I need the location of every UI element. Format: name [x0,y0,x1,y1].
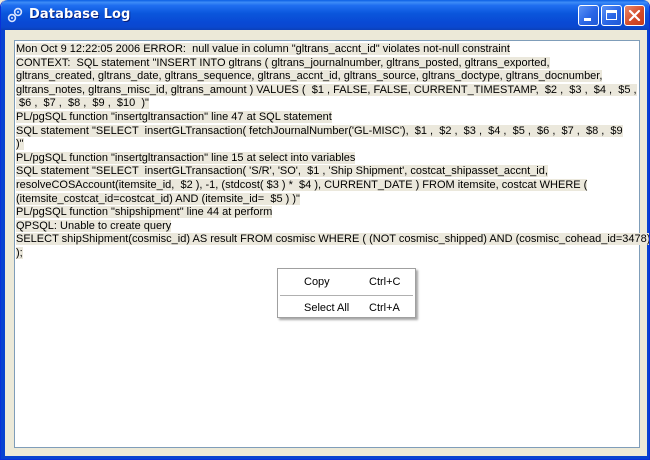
log-line: SQL statement "SELECT insertGLTransactio… [16,124,623,137]
close-icon [628,9,641,22]
log-text-area[interactable]: Mon Oct 9 12:22:05 2006 ERROR: null valu… [14,40,650,448]
gear-icon [7,7,23,23]
minimize-icon [584,18,591,21]
menu-item-copy[interactable]: Copy Ctrl+C [278,272,415,292]
maximize-button[interactable] [601,5,622,26]
window-title: Database Log [29,7,131,22]
menu-item-label: Copy [304,276,330,288]
log-line: SQL statement "SELECT insertGLTransactio… [16,165,548,178]
database-log-window: Database Log Mon Oct 9 12:22:05 2006 ERR… [0,0,650,460]
log-line: resolveCOSAccount(itemsite_id, $2 ), -1,… [16,178,588,191]
log-line: QPSQL: Unable to create query [16,219,172,232]
title-bar[interactable]: Database Log [1,0,649,30]
close-button[interactable] [624,5,645,26]
menu-separator [280,295,413,296]
maximize-icon [606,10,617,20]
log-line: ); [16,246,23,259]
client-area: Mon Oct 9 12:22:05 2006 ERROR: null valu… [5,30,650,456]
log-line: (itemsite_costcat_id=costcat_id) AND (it… [16,192,300,205]
log-line: )" [16,138,24,151]
log-line: SELECT shipShipment(cosmisc_id) AS resul… [16,233,650,246]
context-menu: Copy Ctrl+C Select All Ctrl+A [277,268,416,318]
log-line: PL/pgSQL function "shipshipment" line 44… [16,206,273,219]
log-line: $6 , $7 , $8 , $9 , $10 )" [16,97,149,110]
menu-item-select-all[interactable]: Select All Ctrl+A [278,298,415,318]
log-line: Mon Oct 9 12:22:05 2006 ERROR: null valu… [16,43,510,55]
log-line: gltrans_created, gltrans_date, gltrans_s… [16,70,603,83]
log-line: PL/pgSQL function "insertgltransaction" … [16,110,332,123]
menu-item-shortcut: Ctrl+A [369,302,400,314]
log-line: gltrans_notes, gltrans_misc_id, gltrans_… [16,83,637,96]
log-line: CONTEXT: SQL statement "INSERT INTO gltr… [16,56,550,69]
menu-item-label: Select All [304,302,350,314]
minimize-button[interactable] [578,5,599,26]
menu-item-shortcut: Ctrl+C [369,276,401,288]
log-line: PL/pgSQL function "insertgltransaction" … [16,151,356,164]
